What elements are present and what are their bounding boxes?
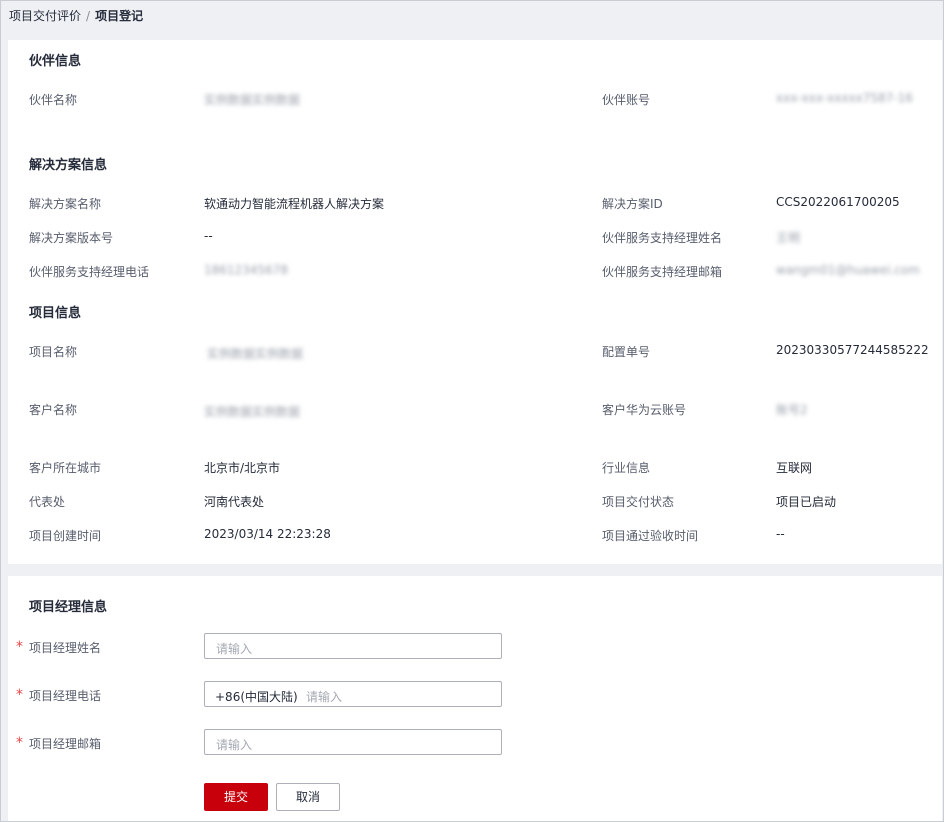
partner-name-label: 伙伴名称 (29, 93, 78, 107)
partner-section-title: 伙伴信息 (29, 54, 82, 69)
breadcrumb-separator: / (86, 9, 91, 23)
support-manager-phone-value: 18612345678 (204, 263, 288, 277)
created-time-label: 项目创建时间 (29, 529, 102, 543)
page-frame: 项目交付评价 / 项目登记 伙伴信息 伙伴名称 实例数据实例数据 伙伴账号 xxx-… (0, 0, 944, 822)
manager-email-input[interactable]: 请输入 (204, 729, 502, 755)
project-name-value: 实例数据实例数据 (207, 347, 304, 361)
config-number-label: 配置单号 (602, 345, 651, 359)
customer-city-value: 北京市/北京市 (204, 461, 281, 475)
required-mark: * (16, 639, 23, 655)
manager-section-title: 项目经理信息 (29, 600, 108, 615)
project-name-label: 项目名称 (29, 345, 78, 359)
partner-name-value: 实例数据实例数据 (204, 93, 301, 107)
industry-value: 互联网 (776, 461, 813, 475)
breadcrumb-current: 项目登记 (95, 9, 144, 23)
support-manager-email-value: wangm01@huawei.com (776, 263, 920, 277)
submit-button[interactable]: 提交 (204, 783, 268, 811)
solution-version-value: -- (204, 229, 213, 243)
breadcrumb-parent-link[interactable]: 项目交付评价 (9, 9, 81, 23)
manager-name-label: 项目经理姓名 (29, 641, 102, 655)
cancel-button[interactable]: 取消 (276, 783, 340, 811)
customer-cloud-account-label: 客户华为云账号 (602, 403, 687, 417)
required-mark: * (16, 687, 23, 703)
delivery-status-label: 项目交付状态 (602, 495, 675, 509)
support-manager-phone-label: 伙伴服务支持经理电话 (29, 265, 150, 279)
manager-email-label: 项目经理邮箱 (29, 737, 102, 751)
manager-name-input[interactable]: 请输入 (204, 633, 502, 659)
partner-account-value: xxx-xxx-xxxxx7587-16 (776, 91, 913, 105)
solution-section-title: 解决方案信息 (29, 158, 108, 173)
partner-account-label: 伙伴账号 (602, 93, 651, 107)
support-manager-name-value: 王明 (776, 231, 801, 245)
support-manager-name-label: 伙伴服务支持经理姓名 (602, 231, 723, 245)
delivery-status-value: 项目已启动 (776, 495, 837, 509)
office-value: 河南代表处 (204, 495, 265, 509)
customer-name-label: 客户名称 (29, 403, 78, 417)
customer-name-value: 实例数据实例数据 (204, 405, 301, 419)
project-section-title: 项目信息 (29, 306, 82, 321)
created-time-value: 2023/03/14 22:23:28 (204, 527, 331, 541)
manager-phone-label: 项目经理电话 (29, 689, 102, 703)
manager-phone-input[interactable]: +86(中国大陆) 请输入 (204, 681, 502, 707)
required-mark: * (16, 735, 23, 751)
breadcrumb: 项目交付评价 / 项目登记 (9, 7, 143, 24)
office-label: 代表处 (29, 495, 66, 509)
solution-id-label: 解决方案ID (602, 197, 663, 211)
manager-form-panel: 项目经理信息 * 项目经理姓名 请输入 * 项目经理电话 +86(中国大陆) 请… (8, 576, 942, 821)
solution-name-value: 软通动力智能流程机器人解决方案 (204, 197, 385, 211)
industry-label: 行业信息 (602, 461, 651, 475)
support-manager-email-label: 伙伴服务支持经理邮箱 (602, 265, 723, 279)
info-panel: 伙伴信息 伙伴名称 实例数据实例数据 伙伴账号 xxx-xxx-xxxxx758… (8, 40, 942, 564)
solution-version-label: 解决方案版本号 (29, 231, 114, 245)
solution-id-value: CCS2022061700205 (776, 195, 900, 209)
manager-email-placeholder: 请输入 (216, 738, 253, 752)
customer-cloud-account-value: 账号2 (776, 403, 808, 417)
acceptance-time-label: 项目通过验收时间 (602, 529, 699, 543)
config-number-value: 20230330577244585222 (776, 343, 929, 357)
manager-phone-placeholder: 请输入 (306, 690, 343, 704)
customer-city-label: 客户所在城市 (29, 461, 102, 475)
acceptance-time-value: -- (776, 527, 785, 541)
phone-country-code-select[interactable]: +86(中国大陆) (215, 688, 298, 705)
solution-name-label: 解决方案名称 (29, 197, 102, 211)
manager-name-placeholder: 请输入 (216, 642, 253, 656)
